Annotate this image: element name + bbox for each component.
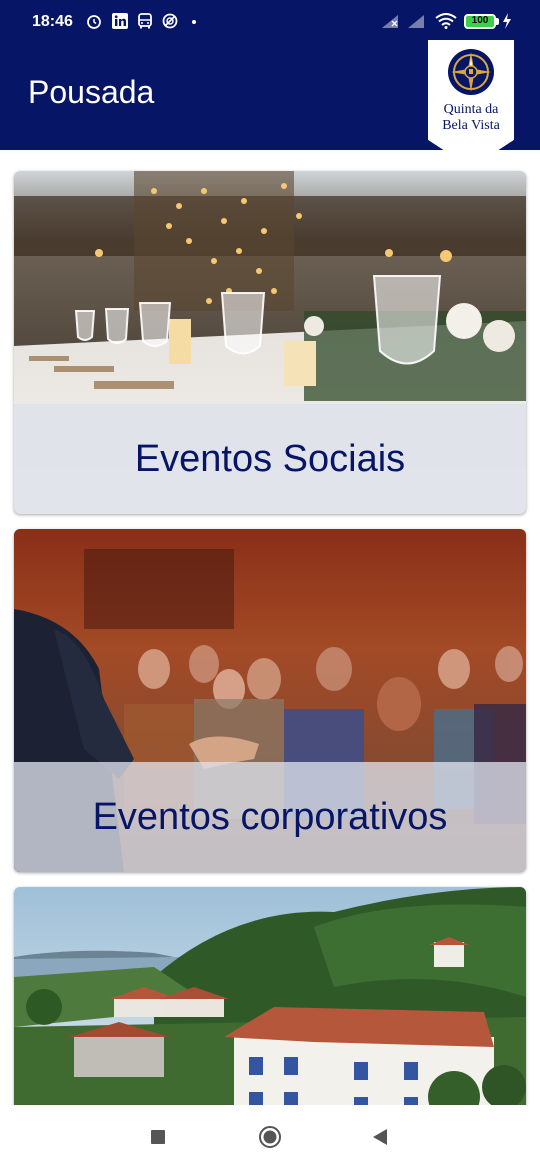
resort-landscape-photo [14, 887, 526, 1105]
card-eventos-sociais[interactable]: Eventos Sociais [14, 171, 526, 514]
signal-icon [382, 15, 398, 28]
vpn-icon [162, 13, 178, 29]
back-triangle-icon[interactable] [368, 1125, 392, 1149]
compass-rose-icon [448, 49, 494, 95]
status-bar: 18:46 100 [0, 0, 540, 40]
wifi-icon [435, 13, 457, 29]
battery-icon: 100 [464, 14, 496, 29]
bus-icon [138, 13, 152, 29]
home-circle-icon[interactable] [258, 1125, 282, 1149]
charging-icon [503, 13, 511, 29]
event-list[interactable]: Eventos Sociais Eventos corporativos [0, 150, 540, 1105]
card-label-band: Eventos Sociais [14, 404, 526, 514]
brand-logo-line2: Bela Vista [442, 118, 500, 133]
recents-square-icon[interactable] [146, 1125, 170, 1149]
status-time: 18:46 [32, 13, 73, 30]
card-title: Eventos corporativos [92, 795, 448, 838]
alarm-icon [87, 15, 101, 29]
signal-icon [408, 15, 424, 28]
battery-level: 100 [471, 15, 489, 26]
card-pousada-photo[interactable] [14, 887, 526, 1105]
linkedin-icon [112, 13, 128, 29]
page-title: Pousada [28, 74, 155, 110]
brand-logo-text: Quinta da Bela Vista [428, 102, 514, 134]
dot-icon [192, 20, 196, 24]
card-label-band: Eventos corporativos [14, 762, 526, 872]
system-nav-bar [0, 1105, 540, 1170]
brand-logo-line1: Quinta da [443, 102, 499, 117]
card-title: Eventos Sociais [134, 437, 406, 480]
card-eventos-corporativos[interactable]: Eventos corporativos [14, 529, 526, 872]
